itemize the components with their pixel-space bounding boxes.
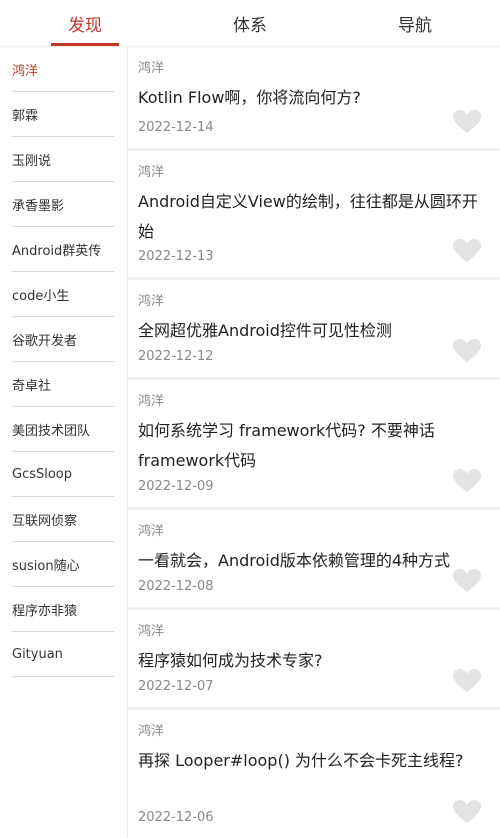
heart-icon[interactable]	[452, 568, 482, 594]
sidebar-item[interactable]: 玉刚说	[12, 137, 114, 182]
sidebar-item[interactable]: GcsSloop	[12, 452, 114, 497]
article-date: 2022-12-06	[138, 810, 214, 825]
article-date: 2022-12-13	[138, 249, 214, 264]
sidebar-item-label: 互联网侦察	[12, 513, 78, 529]
article-title[interactable]: 再探 Looper#loop() 为什么不会卡死主线程?	[138, 746, 484, 776]
sidebar-item[interactable]: 美团技术团队	[12, 407, 114, 452]
sidebar-item-label: 奇卓社	[12, 378, 52, 394]
tab-discover[interactable]: 发现	[40, 0, 130, 46]
sidebar-item-label: 美团技术团队	[12, 423, 91, 439]
article-date: 2022-12-12	[138, 349, 214, 364]
sidebar-item-label: GcsSloop	[12, 466, 73, 482]
sidebar-item[interactable]: 鸿洋	[12, 47, 114, 92]
article-author: 鸿洋	[138, 394, 165, 409]
article-title[interactable]: Kotlin Flow啊，你将流向何方?	[138, 83, 484, 113]
article-author: 鸿洋	[138, 165, 165, 180]
sidebar-item[interactable]: 承香墨影	[12, 182, 114, 227]
app-screen: 发现 体系 导航 鸿洋 郭霖 玉刚说 承香墨影 Android群英传 code小生 谷歌开发…	[0, 0, 500, 838]
sidebar-item[interactable]: susion随心	[12, 542, 114, 587]
heart-icon[interactable]	[452, 799, 482, 825]
article-date: 2022-12-14	[138, 120, 214, 135]
sidebar-item[interactable]: 谷歌开发者	[12, 317, 114, 362]
article-card[interactable]: 鸿洋一看就会，Android版本依赖管理的4种方式 2022-12-08	[128, 510, 500, 607]
article-author: 鸿洋	[138, 61, 165, 76]
sidebar-item-label: Android群英传	[12, 243, 102, 259]
tab-label: 体系	[233, 15, 267, 36]
sidebar-item[interactable]: code小生	[12, 272, 114, 317]
sidebar-item[interactable]: 互联网侦察	[12, 497, 114, 542]
article-date: 2022-12-08	[138, 579, 214, 594]
article-author: 鸿洋	[138, 294, 165, 309]
heart-icon[interactable]	[452, 238, 482, 264]
tab-active-indicator	[51, 43, 119, 46]
tab-system[interactable]: 体系	[205, 0, 295, 46]
sidebar-item[interactable]: Gityuan	[12, 632, 114, 677]
heart-icon[interactable]	[452, 468, 482, 494]
article-list[interactable]: 鸿洋 Kotlin Flow啊，你将流向何方? 2022-12-14 鸿洋 Androi…	[128, 47, 500, 838]
sidebar-item-label: 玉刚说	[12, 153, 52, 169]
heart-icon[interactable]	[452, 109, 482, 135]
article-card[interactable]: 鸿洋程序猿如何成为技术专家? 2022-12-07	[128, 610, 500, 707]
article-title[interactable]: 如何系统学习 framework代码? 不要神话framework代码	[138, 416, 484, 476]
heart-icon[interactable]	[452, 668, 482, 694]
author-sidebar[interactable]: 鸿洋郭霖玉刚说承香墨影 Android群英传 code小生 谷歌开发者奇卓社美团技术团…	[0, 47, 128, 838]
heart-icon[interactable]	[452, 338, 482, 364]
article-author: 鸿洋	[138, 624, 165, 639]
top-tab-bar: 发现 体系 导航	[0, 0, 500, 47]
sidebar-item[interactable]: Android群英传	[12, 227, 114, 272]
article-card[interactable]: 鸿洋如何系统学习 framework代码? 不要神话framework代码 202…	[128, 380, 500, 507]
sidebar-item-label: code小生	[12, 288, 70, 304]
tab-label: 导航	[398, 15, 432, 36]
sidebar-item-label: 程序亦非猿	[12, 603, 78, 619]
article-card[interactable]: 鸿洋全网超优雅Android控件可见性检测 2022-12-12	[128, 280, 500, 377]
article-date: 2022-12-07	[138, 679, 214, 694]
tab-label: 发现	[68, 15, 102, 36]
sidebar-item[interactable]: 奇卓社	[12, 362, 114, 407]
article-date: 2022-12-09	[138, 479, 214, 494]
article-card[interactable]: 鸿洋 Android自定义View的绘制，往往都是从圆环开始 2022-12-13	[128, 151, 500, 277]
article-card[interactable]: 鸿洋 Kotlin Flow啊，你将流向何方? 2022-12-14	[128, 47, 500, 148]
article-author: 鸿洋	[138, 524, 165, 539]
sidebar-item-label: 郭霖	[12, 108, 39, 124]
article-title[interactable]: 全网超优雅Android控件可见性检测	[138, 316, 484, 346]
article-title[interactable]: Android自定义View的绘制，往往都是从圆环开始	[138, 187, 484, 247]
article-card[interactable]: 鸿洋再探 Looper#loop() 为什么不会卡死主线程? 2022-12-06	[128, 710, 500, 838]
sidebar-item-label: 谷歌开发者	[12, 333, 78, 349]
article-title[interactable]: 程序猿如何成为技术专家?	[138, 646, 484, 676]
article-author: 鸿洋	[138, 724, 165, 739]
sidebar-item-label: Gityuan	[12, 646, 63, 662]
sidebar-item-label: susion随心	[12, 558, 80, 574]
tab-navigation[interactable]: 导航	[370, 0, 460, 46]
sidebar-item[interactable]: 程序亦非猿	[12, 587, 114, 632]
article-title[interactable]: 一看就会，Android版本依赖管理的4种方式	[138, 546, 484, 576]
sidebar-item-label: 承香墨影	[12, 198, 65, 214]
sidebar-item[interactable]: 郭霖	[12, 92, 114, 137]
sidebar-item-label: 鸿洋	[12, 63, 39, 79]
